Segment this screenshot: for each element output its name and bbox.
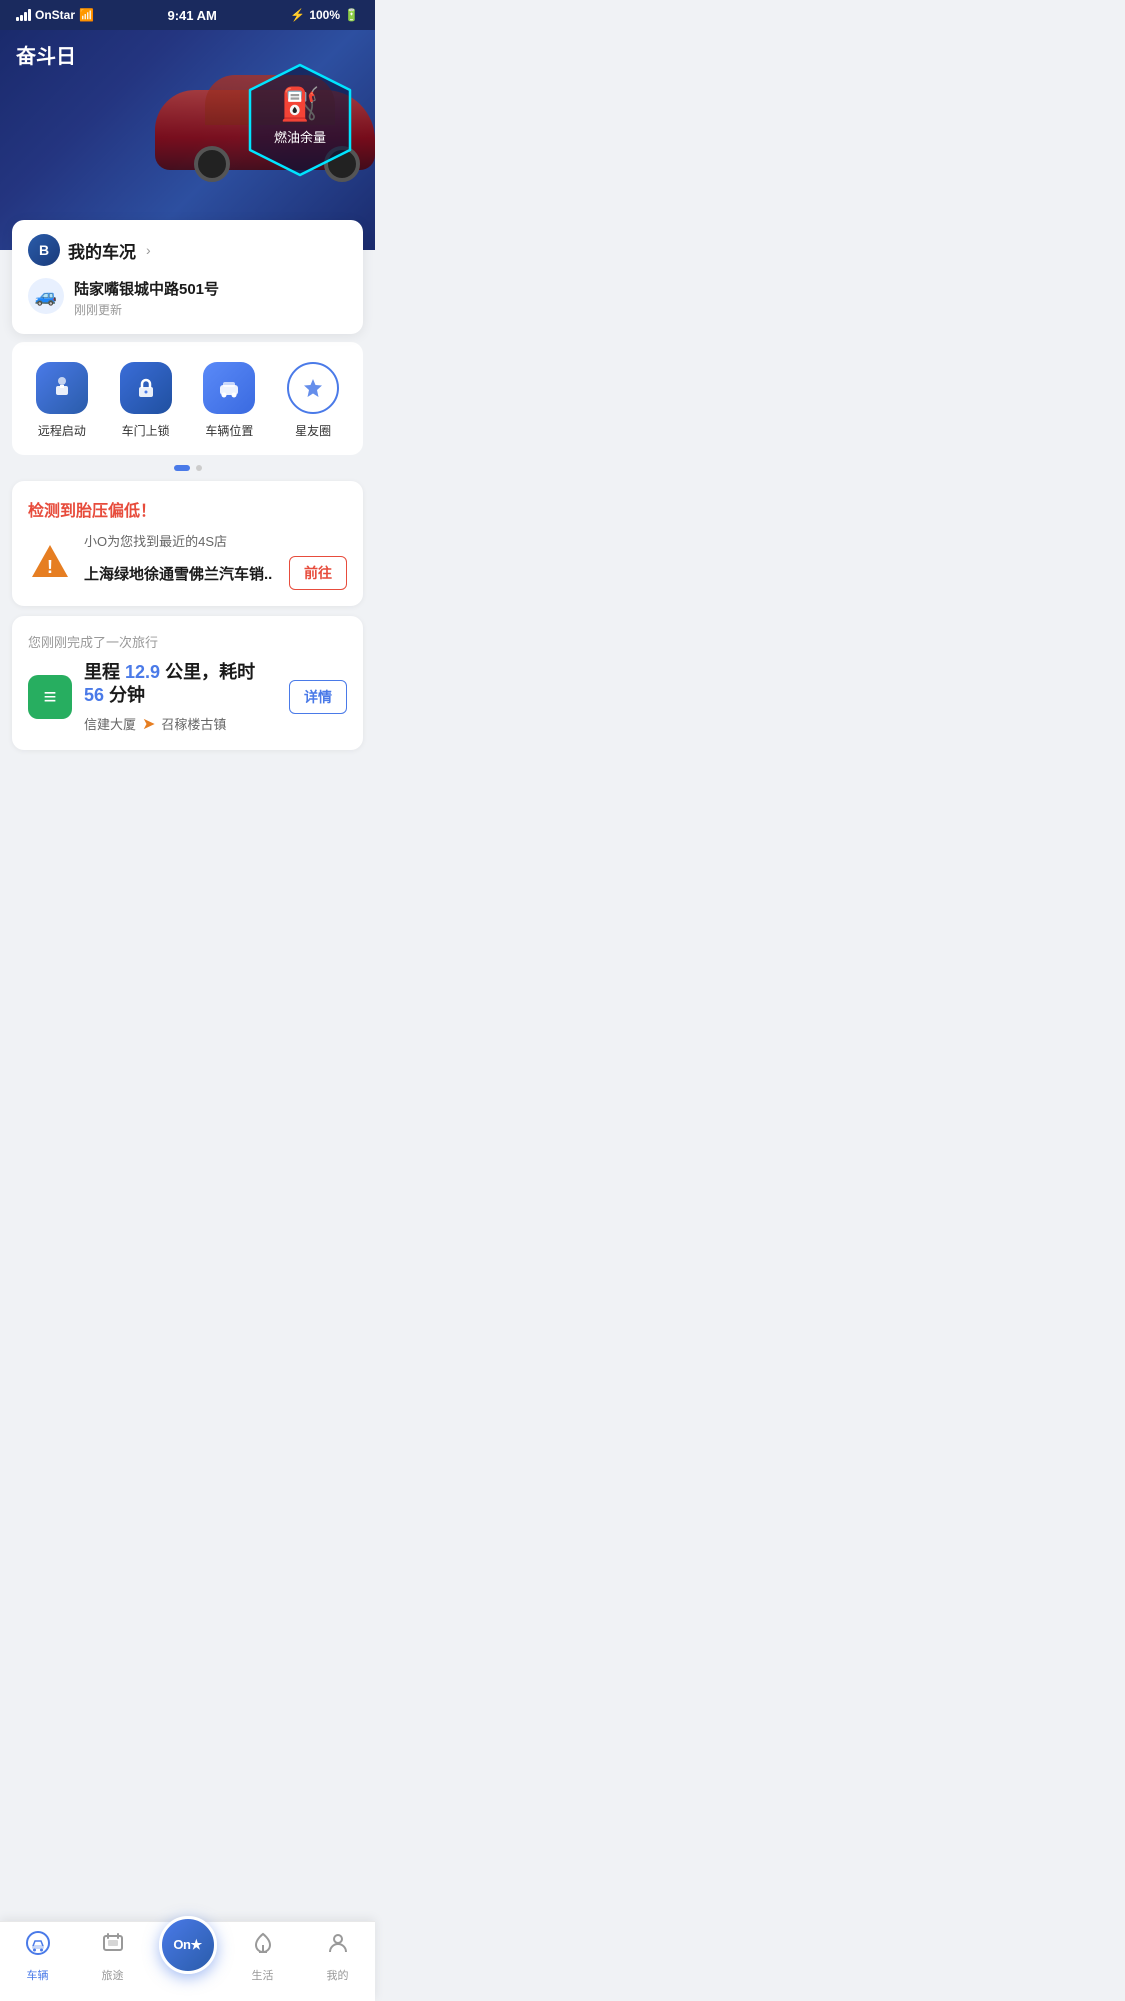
action-star-circle[interactable]: 星友圈: [279, 358, 347, 443]
trip-route: 信建大厦 ➤ 召稼楼古镇: [84, 714, 277, 734]
trip-info: 里程 12.9 公里，耗时 56 分钟 信建大厦 ➤ 召稼楼古镇: [84, 661, 277, 734]
buick-logo-icon: B: [28, 234, 60, 266]
trip-from: 信建大厦: [84, 714, 136, 733]
action-remote-start[interactable]: 远程启动: [28, 358, 96, 443]
arrow-right-icon: ➤: [142, 714, 155, 734]
goto-button[interactable]: 前往: [289, 556, 347, 590]
location-info: 陆家嘴银城中路501号 刚刚更新: [74, 278, 347, 318]
mine-tab-icon: [325, 1930, 351, 1963]
wifi-icon: 📶: [79, 8, 94, 22]
trip-distance-unit: 公里，耗时: [165, 662, 255, 682]
status-right: ⚡ 100% 🔋: [290, 8, 359, 22]
carrier-label: OnStar: [35, 8, 75, 22]
action-vehicle-location[interactable]: 车辆位置: [195, 358, 263, 443]
fuel-pump-icon: ⛽: [280, 85, 320, 123]
hex-shape: ⛽ 燃油余量: [245, 60, 355, 170]
alert-shop-row: 上海绿地徐通雪佛兰汽车销.. 前往: [84, 556, 347, 590]
actions-grid: 远程启动 车门上锁 车辆位置: [20, 358, 355, 443]
battery-icon: 🔋: [344, 8, 359, 22]
life-tab-icon: [250, 1930, 276, 1963]
action-door-lock-label: 车门上锁: [122, 422, 170, 439]
quick-actions-panel: 远程启动 车门上锁 车辆位置: [12, 342, 363, 455]
dot-inactive: [196, 465, 202, 471]
trip-icon: ≡: [28, 675, 72, 719]
action-star-circle-label: 星友圈: [295, 422, 331, 439]
location-update-time: 刚刚更新: [74, 301, 347, 318]
remote-start-icon: [36, 362, 88, 414]
tab-trip[interactable]: 旅途: [75, 1930, 150, 1983]
tab-onstar-center[interactable]: On★: [150, 1916, 225, 1978]
location-row: 🚙 陆家嘴银城中路501号 刚刚更新: [28, 278, 347, 318]
mine-tab-label: 我的: [327, 1967, 349, 1983]
life-tab-label: 生活: [252, 1967, 274, 1983]
warning-icon: !: [28, 539, 72, 583]
header-section: 奋斗日 ⛽ 燃油余量: [0, 30, 375, 250]
tab-vehicle[interactable]: 车辆: [0, 1930, 75, 1983]
battery-label: 100%: [309, 8, 340, 22]
trip-duration-unit: 分钟: [109, 685, 145, 705]
vehicle-status-row[interactable]: B 我的车况 ›: [28, 234, 347, 266]
trip-body: ≡ 里程 12.9 公里，耗时 56 分钟 信建大厦 ➤ 召稼楼古镇 详情: [28, 661, 347, 734]
action-vehicle-location-label: 车辆位置: [205, 422, 253, 439]
trip-distance-label: 里程: [84, 662, 120, 682]
alert-shop-name: 上海绿地徐通雪佛兰汽车销..: [84, 563, 281, 584]
detail-button[interactable]: 详情: [289, 680, 347, 714]
status-left: OnStar 📶: [16, 8, 94, 22]
trip-stats: 里程 12.9 公里，耗时 56 分钟: [84, 661, 277, 708]
location-address: 陆家嘴银城中路501号: [74, 278, 347, 299]
page-title: 奋斗日: [16, 40, 76, 69]
status-time: 9:41 AM: [167, 8, 216, 23]
page-dots: [0, 465, 375, 471]
alert-text-area: 小O为您找到最近的4S店 上海绿地徐通雪佛兰汽车销.. 前往: [84, 531, 347, 590]
tab-bar: 车辆 旅途 On★ 生活: [0, 1921, 375, 2001]
fuel-indicator: ⛽ 燃油余量: [245, 55, 355, 175]
tab-life[interactable]: 生活: [225, 1930, 300, 1983]
vehicle-card: B 我的车况 › 🚙 陆家嘴银城中路501号 刚刚更新: [12, 220, 363, 334]
trip-card: 您刚刚完成了一次旅行 ≡ 里程 12.9 公里，耗时 56 分钟 信建大厦 ➤ …: [12, 616, 363, 750]
action-door-lock[interactable]: 车门上锁: [112, 358, 180, 443]
onstar-logo-text: On★: [173, 1937, 201, 1953]
chevron-right-icon: ›: [146, 242, 151, 258]
hex-content: ⛽ 燃油余量: [274, 85, 326, 146]
vehicle-tab-icon: [25, 1930, 51, 1963]
car-wheel-right: [194, 146, 230, 182]
door-lock-icon: [120, 362, 172, 414]
trip-tab-icon: [100, 1930, 126, 1963]
alert-body: ! 小O为您找到最近的4S店 上海绿地徐通雪佛兰汽车销.. 前往: [28, 531, 347, 590]
svg-text:!: !: [47, 557, 53, 577]
onstar-center-button[interactable]: On★: [159, 1916, 217, 1974]
trip-to: 召稼楼古镇: [161, 714, 226, 733]
alert-title: 检测到胎压偏低！: [28, 497, 347, 521]
trip-tab-label: 旅途: [102, 1967, 124, 1983]
trip-distance-value: 12.9: [125, 662, 160, 682]
fuel-label: 燃油余量: [274, 127, 326, 146]
action-remote-start-label: 远程启动: [38, 422, 86, 439]
tab-mine[interactable]: 我的: [300, 1930, 375, 1983]
trip-header: 您刚刚完成了一次旅行: [28, 632, 347, 651]
star-circle-icon: [287, 362, 339, 414]
signal-bars-icon: [16, 9, 31, 21]
dot-active: [174, 465, 190, 471]
alert-subtitle: 小O为您找到最近的4S店: [84, 531, 347, 550]
location-icon: 🚙: [28, 278, 64, 314]
alert-card: 检测到胎压偏低！ ! 小O为您找到最近的4S店 上海绿地徐通雪佛兰汽车销.. 前…: [12, 481, 363, 606]
status-bar: OnStar 📶 9:41 AM ⚡ 100% 🔋: [0, 0, 375, 30]
bluetooth-icon: ⚡: [290, 8, 305, 22]
vehicle-location-icon: [203, 362, 255, 414]
vehicle-tab-label: 车辆: [27, 1967, 49, 1983]
trip-duration-value: 56: [84, 685, 104, 705]
vehicle-status-label: 我的车况: [68, 238, 136, 263]
